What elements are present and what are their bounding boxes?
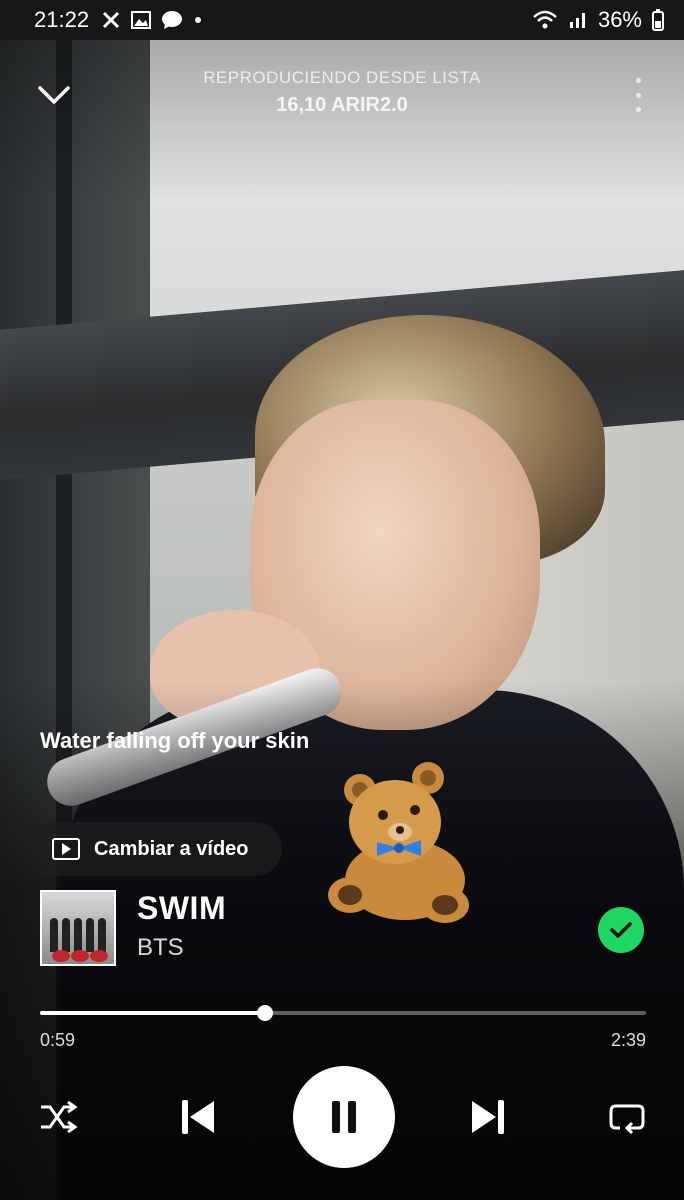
player-header: REPRODUCIENDO DESDE LISTA 16,10 ARIR2.0 bbox=[0, 60, 684, 130]
total-time: 2:39 bbox=[610, 1030, 646, 1050]
previous-button[interactable] bbox=[172, 1093, 224, 1141]
next-button[interactable] bbox=[462, 1093, 514, 1141]
elapsed-time: 0:59 bbox=[40, 1030, 76, 1050]
switch-to-video-button[interactable]: Cambiar a vídeo bbox=[26, 822, 282, 876]
lyric-line: Water falling off your skin bbox=[40, 728, 310, 753]
shuffle-button[interactable] bbox=[36, 1095, 80, 1139]
pause-icon bbox=[332, 1101, 356, 1133]
video-icon bbox=[52, 838, 80, 860]
more-options-icon[interactable] bbox=[632, 78, 644, 112]
saved-button[interactable] bbox=[598, 907, 644, 953]
repeat-icon bbox=[609, 1104, 645, 1134]
now-playing-track: SWIM BTS bbox=[40, 890, 650, 970]
switch-to-video-label: Cambiar a vídeo bbox=[94, 837, 249, 860]
next-icon bbox=[472, 1100, 504, 1134]
battery-percent: 36% bbox=[597, 7, 642, 32]
dot-icon bbox=[195, 17, 202, 23]
shuffle-icon bbox=[41, 1101, 78, 1133]
check-icon bbox=[610, 922, 632, 938]
playlist-name[interactable]: 16,10 ARIR2.0 bbox=[0, 94, 684, 117]
signal-icon bbox=[569, 13, 585, 28]
playback-controls bbox=[0, 1065, 684, 1169]
pause-button[interactable] bbox=[293, 1066, 395, 1168]
track-artist[interactable]: BTS bbox=[137, 934, 184, 962]
progress-bar[interactable] bbox=[40, 1005, 646, 1021]
album-cover[interactable] bbox=[40, 890, 116, 966]
progress-knob[interactable] bbox=[256, 1005, 273, 1021]
message-icon bbox=[162, 11, 183, 29]
gallery-icon bbox=[131, 11, 152, 29]
wifi-icon bbox=[533, 10, 557, 29]
track-title[interactable]: SWIM bbox=[137, 890, 226, 927]
playing-from-label: REPRODUCIENDO DESDE LISTA bbox=[203, 68, 481, 87]
x-icon bbox=[103, 11, 120, 29]
status-time: 21:22 bbox=[34, 7, 90, 32]
status-bar: 21:22 36% bbox=[0, 0, 684, 40]
battery-icon bbox=[652, 9, 664, 31]
previous-icon bbox=[182, 1100, 214, 1134]
repeat-button[interactable] bbox=[605, 1095, 649, 1139]
progress-fill bbox=[40, 1011, 265, 1015]
